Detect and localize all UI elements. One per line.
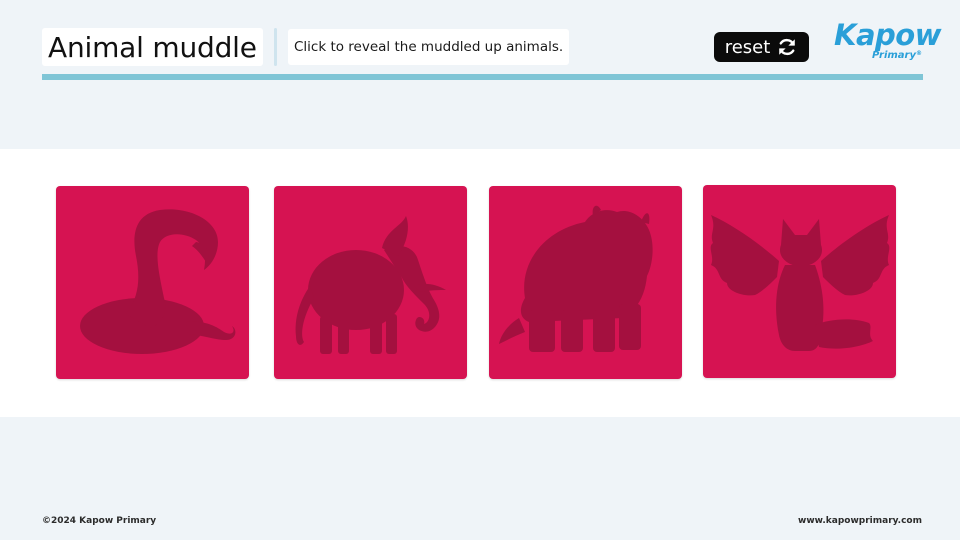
logo-subtitle: Primary®: [872, 50, 922, 61]
kapow-logo: Kapow Primary®: [834, 18, 942, 66]
footer-website-link[interactable]: www.kapowprimary.com: [798, 516, 922, 526]
animal-card-3[interactable]: [489, 186, 682, 379]
hippo-icon: [499, 205, 653, 352]
snake-icon: [80, 209, 236, 354]
animal-card-1[interactable]: [56, 186, 249, 379]
instruction-text: Click to reveal the muddled up animals.: [288, 29, 570, 65]
animal-card-4[interactable]: [703, 185, 896, 378]
winged-fox-icon: [710, 215, 890, 351]
refresh-icon: [776, 36, 798, 58]
logo-sub-text: Primary: [872, 50, 916, 61]
reset-button[interactable]: reset: [714, 32, 809, 62]
page-title: Animal muddle: [42, 28, 263, 66]
header-rule: [42, 74, 923, 80]
instruction-label: Click to reveal the muddled up animals.: [294, 39, 564, 55]
animal-card-2[interactable]: [274, 186, 467, 379]
footer-copyright: ©2024 Kapow Primary: [42, 516, 157, 526]
reset-button-label: reset: [724, 36, 771, 58]
page-title-text: Animal muddle: [48, 30, 257, 64]
elephant-icon: [295, 216, 446, 354]
logo-mark: ®: [916, 50, 922, 57]
title-divider: [274, 28, 277, 66]
logo-word: Kapow: [834, 18, 942, 52]
